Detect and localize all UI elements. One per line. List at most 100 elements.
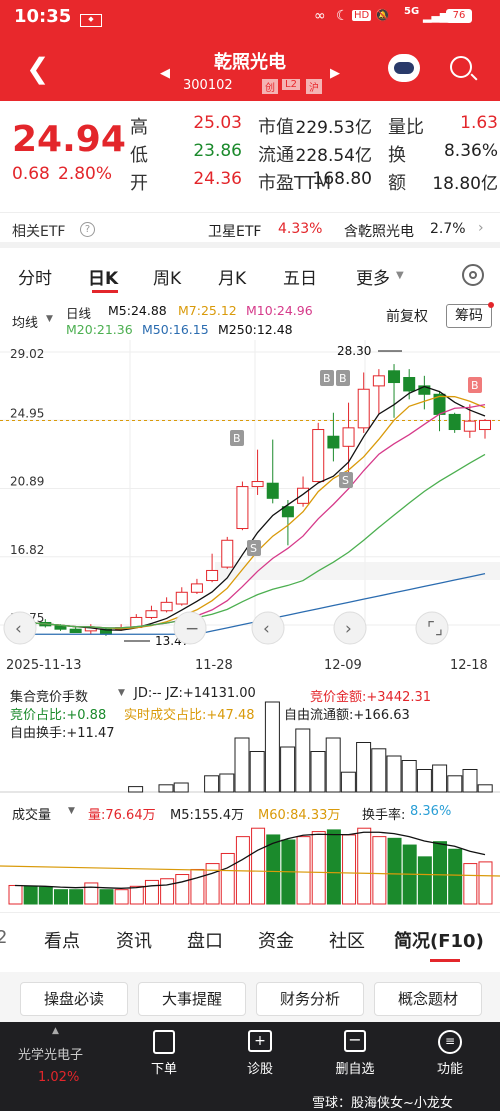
- tab-more[interactable]: 更多: [356, 264, 390, 289]
- auction-bar: [401, 760, 417, 793]
- nav-order-label: 下单: [150, 1062, 177, 1077]
- tab-orderbook[interactable]: 盘口: [187, 927, 223, 953]
- order-icon: [153, 1030, 175, 1054]
- tab-community[interactable]: 社区: [329, 927, 365, 953]
- auction-bar: [462, 769, 478, 793]
- volume-bar: [129, 885, 144, 905]
- ma7-label: M7:25.12: [178, 303, 237, 318]
- etf-item-2[interactable]: 含乾照光电: [344, 221, 414, 241]
- robot-icon[interactable]: [388, 54, 420, 82]
- help-icon[interactable]: ?: [80, 222, 95, 237]
- nav-functions[interactable]: ≡ 功能: [420, 1030, 480, 1077]
- nav-order[interactable]: 下单: [134, 1030, 194, 1077]
- chevron-right-icon[interactable]: ›: [478, 220, 484, 236]
- active-tab-indicator: [92, 290, 118, 293]
- etf-item-1-value: 4.33%: [278, 221, 323, 237]
- line-label: 日线: [66, 306, 92, 321]
- ma20-label: M20:21.36: [66, 322, 133, 337]
- volume-bar: [8, 884, 23, 905]
- volume-title[interactable]: 成交量: [12, 804, 51, 823]
- auction-amount: 竞价金额:+3442.31: [310, 690, 432, 705]
- y-tick-label: 20.89: [10, 475, 44, 489]
- candle-body: [297, 487, 310, 504]
- kline-chart[interactable]: 29.0224.9520.8916.8212.752025-11-1311-28…: [0, 340, 500, 670]
- search-icon[interactable]: [450, 56, 478, 81]
- nav-diagnose-label: 诊股: [246, 1062, 273, 1077]
- auction-bar: [325, 737, 341, 793]
- quote-value-0: 25.03: [193, 113, 242, 133]
- volume-bar: [448, 848, 463, 905]
- chip-events[interactable]: 大事提醒: [138, 982, 246, 1016]
- nav-remove-watch[interactable]: − 删自选: [325, 1030, 385, 1077]
- quote-label-4: 流通: [258, 145, 294, 166]
- badge-l2: L2: [282, 79, 300, 90]
- tab-timeshare[interactable]: 分时: [18, 264, 52, 289]
- y-tick-label: 29.02: [10, 347, 44, 361]
- tab-news[interactable]: 资讯: [116, 927, 152, 953]
- chip-finance[interactable]: 财务分析: [256, 982, 364, 1016]
- quote-label-8: 额: [388, 173, 406, 194]
- ma-dropdown-icon[interactable]: ▼: [46, 314, 53, 324]
- auction-realtime-ratio: 实时成交占比:+47.48: [124, 708, 255, 723]
- nav-functions-label: 功能: [436, 1062, 463, 1077]
- hd-badge: HD: [352, 10, 372, 21]
- buy-marker-label: B: [323, 372, 331, 385]
- tab-funds[interactable]: 资金: [258, 927, 294, 953]
- tab-weekly-k[interactable]: 周K: [153, 264, 181, 289]
- auction-bar: [249, 751, 265, 793]
- auction-bar: [432, 764, 448, 793]
- quote-value-1: 229.53亿: [295, 118, 372, 138]
- quote-label-5: 换: [388, 145, 406, 166]
- stock-code: 300102: [183, 78, 233, 93]
- volume-bar: [69, 889, 84, 905]
- tab-monthly-k[interactable]: 月K: [218, 264, 246, 289]
- auction-bar: [158, 784, 174, 793]
- auction-dropdown-icon[interactable]: ▼: [118, 688, 125, 698]
- ma-select[interactable]: 均线: [12, 312, 38, 331]
- functions-icon: ≡: [438, 1030, 462, 1054]
- volume-dropdown-icon[interactable]: ▼: [68, 806, 75, 816]
- y-tick-label: 16.82: [10, 543, 44, 557]
- auction-jd: JD:-- JZ:+14131.00: [134, 686, 256, 701]
- candle-body: [327, 435, 340, 449]
- etf-item-1[interactable]: 卫星ETF: [208, 221, 261, 241]
- chip-button[interactable]: 筹码: [446, 304, 492, 328]
- tab-highlights[interactable]: 看点: [44, 927, 80, 953]
- auction-bar: [371, 748, 387, 793]
- adjust-label[interactable]: 前复权: [386, 306, 428, 326]
- tab-partial[interactable]: 2: [0, 927, 7, 948]
- quote-label-6: 开: [130, 173, 148, 194]
- candle-body: [69, 628, 82, 634]
- nav-remove-label: 删自选: [335, 1062, 375, 1077]
- settings-icon[interactable]: [462, 264, 484, 286]
- candle-body: [479, 419, 491, 431]
- auction-free-turnover: 自由换手:+11.47: [10, 726, 115, 741]
- tab-daily-k[interactable]: 日K: [88, 264, 118, 289]
- turnover-value: 8.36%: [410, 804, 452, 819]
- ma10-label: M10:24.96: [246, 303, 313, 318]
- volume-bar: [114, 889, 129, 905]
- chip-concepts[interactable]: 概念题材: [374, 982, 482, 1016]
- bottom-info-tabs: 2 看点 资讯 盘口 资金 社区 简况(F10): [0, 912, 500, 964]
- candle-body: [312, 429, 325, 483]
- volume-bar: [463, 863, 478, 905]
- tab-f10[interactable]: 简况(F10): [394, 927, 484, 953]
- ma5-line: [14, 385, 486, 631]
- sector-name[interactable]: 光学光电子: [18, 1044, 83, 1063]
- quote-label-3: 低: [130, 145, 148, 166]
- quote-panel: 24.94 0.68 2.80% 高 25.03 市值 229.53亿 量比 1.63 低 2…: [0, 101, 500, 211]
- quote-value-6: 24.36: [193, 169, 242, 189]
- chip-must-read[interactable]: 操盘必读: [20, 982, 128, 1016]
- quote-label-0: 高: [130, 117, 148, 138]
- nav-diagnose[interactable]: + 诊股: [230, 1030, 290, 1077]
- related-etf-bar[interactable]: 相关ETF ? 卫星ETF 4.33% 含乾照光电 2.7% ›: [0, 212, 500, 248]
- auction-bar: [219, 773, 235, 793]
- tab-five-day[interactable]: 五日: [283, 264, 317, 289]
- auction-title[interactable]: 集合竞价手数: [10, 686, 88, 705]
- auction-legend: 集合竞价手数 ▼ JD:-- JZ:+14131.00 竞价金额:+3442.3…: [0, 684, 500, 744]
- candle-body: [175, 591, 188, 605]
- quote-value-5: 8.36%: [443, 141, 498, 161]
- quote-value-2: 1.63: [460, 113, 498, 133]
- remove-icon: −: [344, 1030, 366, 1052]
- auction-bar: [204, 775, 220, 793]
